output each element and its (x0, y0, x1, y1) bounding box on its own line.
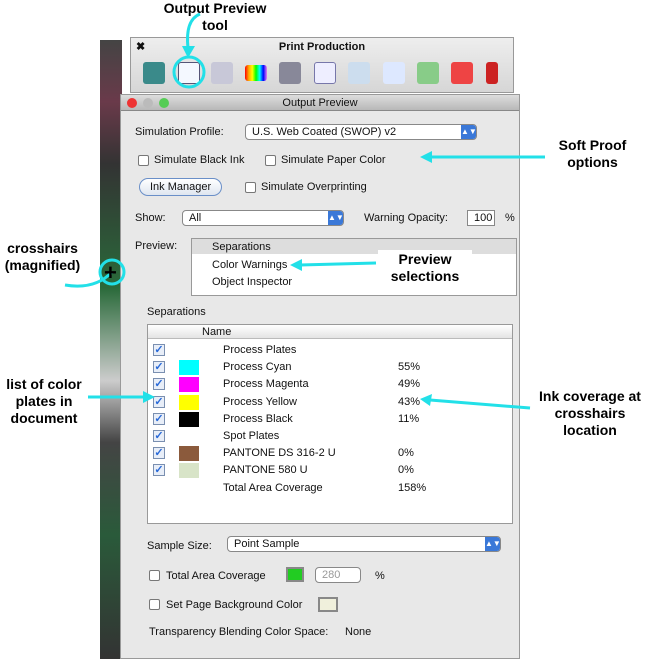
annotation-soft-proof: Soft Proof options (558, 137, 627, 170)
annotation-preview-selections: Preview selections (378, 250, 472, 286)
annotation-plates-list: list of color plates in document (6, 376, 82, 426)
annotation-output-preview-tool: Output Preview tool (163, 0, 267, 33)
annotation-crosshairs: crosshairs (magnified) (4, 240, 81, 273)
annotation-ink-coverage: Ink coverage at crosshairs location (539, 388, 641, 438)
annotation-arrows: + (64, 12, 545, 410)
svg-text:+: + (104, 260, 117, 285)
